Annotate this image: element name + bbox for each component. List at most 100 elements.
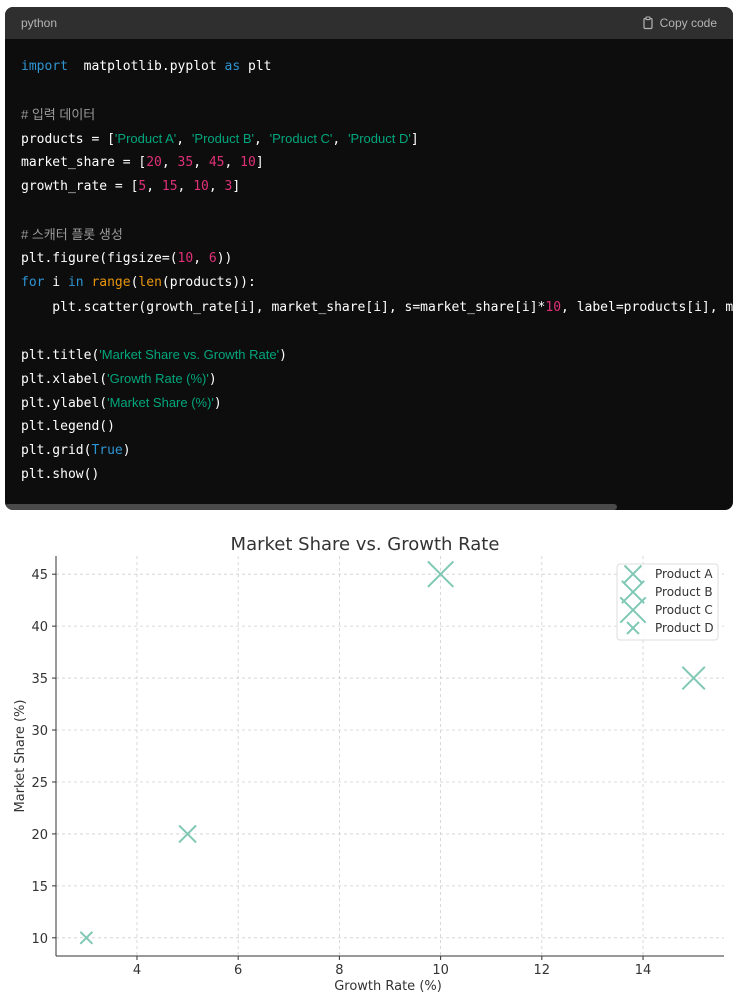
code-token: 6 <box>208 251 217 266</box>
code-token: ) <box>279 348 287 363</box>
code-line: plt.legend() <box>21 417 115 437</box>
code-token: , <box>208 179 225 194</box>
code-token: products = [ <box>21 132 115 147</box>
code-token: # 입력 데이터 <box>21 107 96 122</box>
code-token: 35 <box>177 155 194 170</box>
code-line: plt.show() <box>21 465 99 485</box>
y-tick-label: 40 <box>31 620 48 635</box>
code-token: 10 <box>177 251 194 266</box>
code-token: , label=products[i], marker= <box>561 300 733 315</box>
chart-svg: 4 6 8 10 12 14 10 15 20 25 30 35 40 45 Market Share vs… <box>13 534 724 994</box>
horizontal-scrollbar[interactable] <box>5 504 617 510</box>
code-token: plt.ylabel( <box>21 396 108 411</box>
code-token: 20 <box>146 155 162 170</box>
code-token: 'Market Share (%)' <box>107 395 214 410</box>
y-axis-label: Market Share (%) <box>13 700 28 813</box>
code-token: , <box>224 155 241 170</box>
code-token: , <box>161 155 178 170</box>
code-token: plt.xlabel( <box>21 372 108 387</box>
code-line: plt.title('Market Share vs. Growth Rate'… <box>21 345 287 365</box>
code-line: plt.figure(figsize=(10, 6)) <box>21 249 232 269</box>
code-line: plt.ylabel('Market Share (%)') <box>21 393 222 413</box>
scatter-point <box>427 560 455 588</box>
code-token: ] <box>410 132 419 147</box>
code-block-header: python Copy code <box>5 7 733 39</box>
y-tick-label: 30 <box>31 724 48 739</box>
legend-label: Product A <box>655 567 713 581</box>
code-token: )) <box>216 251 233 266</box>
code-line: import matplotlib.pyplot as plt <box>21 57 271 77</box>
code-token: 'Growth Rate (%)' <box>107 371 209 386</box>
code-token: plt.legend() <box>21 419 115 434</box>
code-token: plt.title( <box>21 348 100 363</box>
x-tick-label: 14 <box>635 963 652 978</box>
code-token: , <box>176 132 192 147</box>
y-tick-label: 25 <box>31 776 48 791</box>
code-token: ] <box>255 155 264 170</box>
code-token: 10 <box>545 300 562 315</box>
code-line: products = ['Product A', 'Product B', 'P… <box>21 129 419 149</box>
code-token: 10 <box>193 179 209 194</box>
code-token: True <box>91 443 123 458</box>
code-line: plt.scatter(growth_rate[i], market_share… <box>21 297 733 317</box>
scatter-point <box>178 824 197 844</box>
code-token: 15 <box>161 179 178 194</box>
x-tick-label: 12 <box>534 963 551 978</box>
code-token: , <box>193 251 209 266</box>
code-token: in <box>67 275 84 290</box>
code-token: 45 <box>208 155 225 170</box>
code-token: ) <box>213 396 222 411</box>
copy-code-button[interactable]: Copy code <box>641 16 717 30</box>
code-token: market_share = [ <box>21 155 147 170</box>
code-token: , <box>146 179 162 194</box>
x-tick-label: 10 <box>432 963 449 978</box>
code-line: # 스캐터 플롯 생성 <box>21 225 123 245</box>
code-line: growth_rate = [5, 15, 10, 3] <box>21 177 240 197</box>
legend-label: Product B <box>655 585 713 599</box>
x-tick-label: 8 <box>335 963 343 978</box>
code-token: 'Product C' <box>269 131 333 146</box>
code-line: plt.grid(True) <box>21 441 131 461</box>
x-axis-label: Growth Rate (%) <box>334 979 442 994</box>
code-token: import <box>21 59 68 74</box>
code-block: python Copy code import matplotlib.pyplo… <box>5 7 733 510</box>
code-token: 'Product B' <box>191 131 254 146</box>
code-token: matplotlib.pyplot <box>67 59 225 74</box>
y-tick-label: 35 <box>31 672 48 687</box>
scatter-chart: 4 6 8 10 12 14 10 15 20 25 30 35 40 45 Market Share vs… <box>0 520 736 1000</box>
code-token: , <box>332 132 349 147</box>
code-token: i <box>44 275 68 290</box>
code-token: (products)): <box>161 275 256 290</box>
x-tick-label: 6 <box>234 963 242 978</box>
code-token: ] <box>232 179 241 194</box>
code-token: ) <box>208 372 217 387</box>
code-token: ) <box>122 443 131 458</box>
code-token: plt.figure(figsize=( <box>21 251 178 266</box>
code-token: for <box>21 275 45 290</box>
code-token: , <box>193 155 209 170</box>
code-line: market_share = [20, 35, 45, 10] <box>21 153 264 173</box>
code-token: len <box>138 275 162 290</box>
y-tick-label: 20 <box>31 828 48 843</box>
y-tick-label: 45 <box>31 568 48 583</box>
code-token: 'Product A' <box>114 131 177 146</box>
code-token: # 스캐터 플롯 생성 <box>21 227 123 242</box>
code-token: growth_rate = [ <box>21 179 139 194</box>
code-token: plt.scatter(growth_rate[i], market_share… <box>21 300 546 315</box>
x-tick-label: 4 <box>133 963 141 978</box>
clipboard-icon <box>641 16 655 30</box>
y-tick-label: 15 <box>31 880 48 895</box>
code-token: 'Market Share vs. Growth Rate' <box>99 347 280 362</box>
scatter-point <box>681 666 706 691</box>
code-content: import matplotlib.pyplot as plt # 입력 데이터 p… <box>5 39 733 482</box>
legend-label: Product C <box>655 603 713 617</box>
code-line: # 입력 데이터 <box>21 105 95 125</box>
code-token: range <box>83 275 131 290</box>
code-token: plt.show() <box>21 467 100 482</box>
code-token: , <box>253 132 270 147</box>
code-token: 10 <box>240 155 256 170</box>
code-token: 'Product D' <box>348 131 411 146</box>
code-token: plt <box>240 59 272 74</box>
code-line: for i in range(len(products)): <box>21 273 256 293</box>
code-token: , <box>177 179 194 194</box>
